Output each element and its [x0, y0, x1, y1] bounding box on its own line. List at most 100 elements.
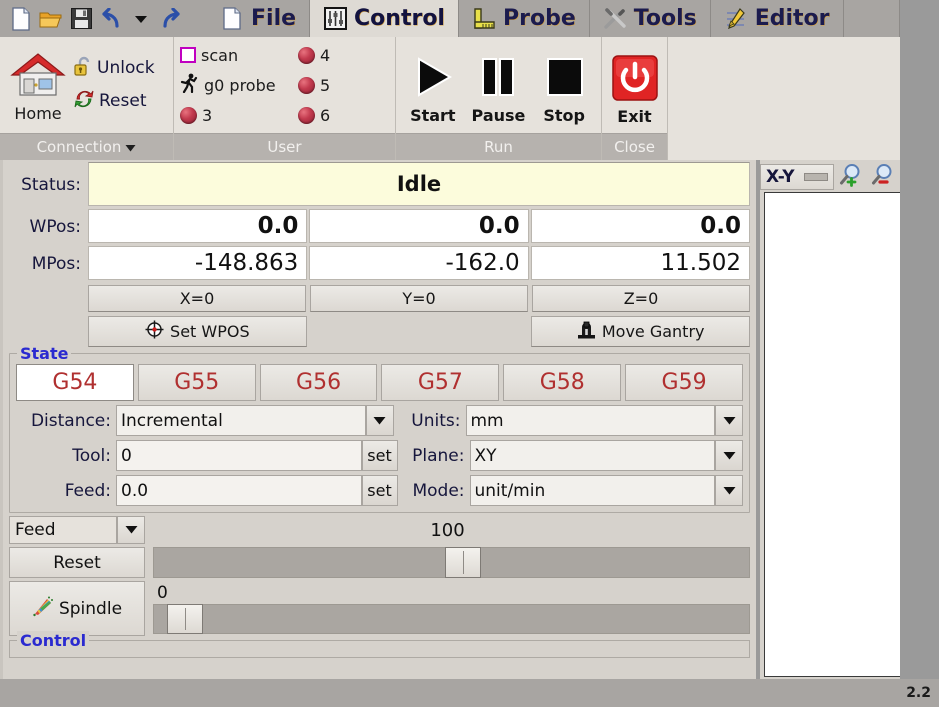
wpos-x-field[interactable]: 0.0 [88, 209, 308, 243]
user-button-g0probe-label: g0 probe [204, 75, 276, 95]
pause-icon [475, 51, 521, 103]
zoom-out-button[interactable] [868, 163, 898, 191]
tab-probe[interactable]: Probe [458, 0, 590, 37]
home-button[interactable]: Home [4, 47, 72, 123]
ribbon-group-run-label: Run [396, 133, 601, 160]
set-wpos-button-label: Set WPOS [170, 322, 250, 341]
tool-set-button[interactable]: set [361, 440, 398, 471]
user-button-5[interactable]: 5 [298, 76, 384, 95]
chevron-down-icon [723, 448, 736, 464]
pause-button[interactable]: Pause [466, 51, 530, 125]
mpos-y-field: -162.0 [309, 246, 529, 280]
set-wpos-button[interactable]: Set WPOS [88, 316, 307, 347]
feed-override-slider-thumb[interactable] [445, 547, 482, 578]
chevron-down-icon [125, 134, 136, 160]
mode-dropdown-button[interactable] [715, 475, 743, 506]
wrench-screwdriver-icon [603, 7, 627, 31]
toolpath-canvas[interactable] [764, 192, 919, 677]
spindle-button[interactable]: Spindle [9, 581, 145, 636]
control-panel: Status: Idle WPos: 0.0 0.0 0.0 MPos: -14… [0, 160, 756, 679]
feed-set-button[interactable]: set [361, 475, 398, 506]
ribbon-group-run: Start Pause Stop Run [396, 37, 602, 160]
tab-editor[interactable]: Editor [710, 0, 844, 37]
tab-file[interactable]: File [207, 0, 311, 37]
menu-bar: File Control Probe Tools Editor [0, 0, 900, 37]
zoom-in-icon [838, 162, 864, 192]
tool-label: Tool: [72, 445, 111, 466]
ribbon-group-close-label: Close [602, 133, 667, 160]
mode-label: Mode: [412, 480, 465, 501]
reset-button[interactable]: Reset [72, 88, 155, 114]
user-button-3[interactable]: 3 [180, 106, 298, 125]
override-selector-dropdown-button[interactable] [117, 516, 145, 544]
move-gantry-button[interactable]: Move Gantry [531, 316, 751, 347]
control-group: Control [9, 631, 750, 658]
zero-buttons-row: X=0 Y=0 Z=0 [3, 282, 756, 313]
view-plane-value: X-Y [766, 167, 795, 187]
user-button-4[interactable]: 4 [298, 46, 384, 65]
distance-units-row: Distance: Incremental Units: mm [16, 405, 743, 436]
override-section: Feed 100 Reset Spindle 0 [9, 516, 750, 636]
feed-override-slider[interactable] [153, 547, 750, 578]
wpos-z-field[interactable]: 0.0 [530, 209, 750, 243]
plane-value[interactable]: XY [469, 440, 715, 471]
user-button-g0probe[interactable]: g0 probe [180, 73, 298, 97]
wcs-button-g56[interactable]: G56 [259, 364, 378, 401]
wcs-button-g55[interactable]: G55 [137, 364, 256, 401]
quick-access-toolbar [0, 0, 207, 37]
stop-button[interactable]: Stop [532, 51, 596, 125]
start-button-label: Start [410, 106, 456, 125]
chevron-down-icon [723, 413, 736, 429]
plane-dropdown-button[interactable] [715, 440, 743, 471]
ribbon-group-connection-label[interactable]: Connection [0, 133, 173, 160]
zero-z-button[interactable]: Z=0 [532, 285, 750, 312]
zero-y-button[interactable]: Y=0 [310, 285, 528, 312]
wcs-button-g59[interactable]: G59 [625, 364, 743, 401]
new-file-icon[interactable] [8, 6, 34, 32]
tool-input[interactable]: 0 [116, 440, 362, 471]
play-icon [410, 51, 456, 103]
stop-button-label: Stop [543, 106, 585, 125]
undo-dropdown-icon[interactable] [128, 6, 154, 32]
spindle-override-slider[interactable] [153, 604, 750, 634]
tab-control[interactable]: Control [310, 0, 459, 37]
tab-tools[interactable]: Tools [589, 0, 711, 37]
distance-value[interactable]: Incremental [116, 405, 366, 436]
mpos-label: MPos: [31, 254, 81, 274]
units-value[interactable]: mm [465, 405, 715, 436]
reset-icon [72, 88, 96, 114]
save-icon[interactable] [68, 6, 94, 32]
distance-dropdown-button[interactable] [365, 405, 394, 436]
override-selector-value[interactable]: Feed [9, 516, 117, 544]
zero-x-button[interactable]: X=0 [88, 285, 306, 312]
tab-tools-label: Tools [633, 6, 697, 31]
exit-button[interactable]: Exit [606, 52, 663, 126]
status-row: Status: Idle [3, 160, 756, 208]
mode-value[interactable]: unit/min [469, 475, 715, 506]
units-dropdown-button[interactable] [715, 405, 743, 436]
ribbon-group-user-label: User [174, 133, 395, 160]
user-button-scan[interactable]: scan [180, 46, 298, 65]
wcs-button-g54[interactable]: G54 [16, 364, 134, 401]
open-folder-icon[interactable] [38, 6, 64, 32]
wcs-button-g58[interactable]: G58 [503, 364, 622, 401]
file-page-icon [220, 7, 244, 31]
ribbon-group-close: Exit Close [602, 37, 668, 160]
gantry-icon [577, 320, 596, 343]
wpos-actions-row: Set WPOS Move Gantry [3, 313, 756, 351]
user-button-4-label: 4 [320, 45, 331, 65]
wcs-button-g57[interactable]: G57 [381, 364, 500, 401]
ruler-icon [472, 7, 496, 31]
redo-icon[interactable] [158, 6, 184, 32]
user-button-6[interactable]: 6 [298, 106, 384, 125]
spindle-override-slider-thumb[interactable] [166, 604, 203, 634]
undo-icon[interactable] [98, 6, 124, 32]
view-plane-dropdown[interactable]: X-Y [760, 164, 834, 190]
override-reset-button[interactable]: Reset [9, 547, 145, 578]
square-outline-icon [180, 47, 196, 63]
wpos-y-field[interactable]: 0.0 [309, 209, 529, 243]
zoom-in-button[interactable] [836, 163, 866, 191]
start-button[interactable]: Start [401, 51, 465, 125]
unlock-button[interactable]: Unlock [72, 55, 155, 81]
feed-input[interactable]: 0.0 [116, 475, 362, 506]
